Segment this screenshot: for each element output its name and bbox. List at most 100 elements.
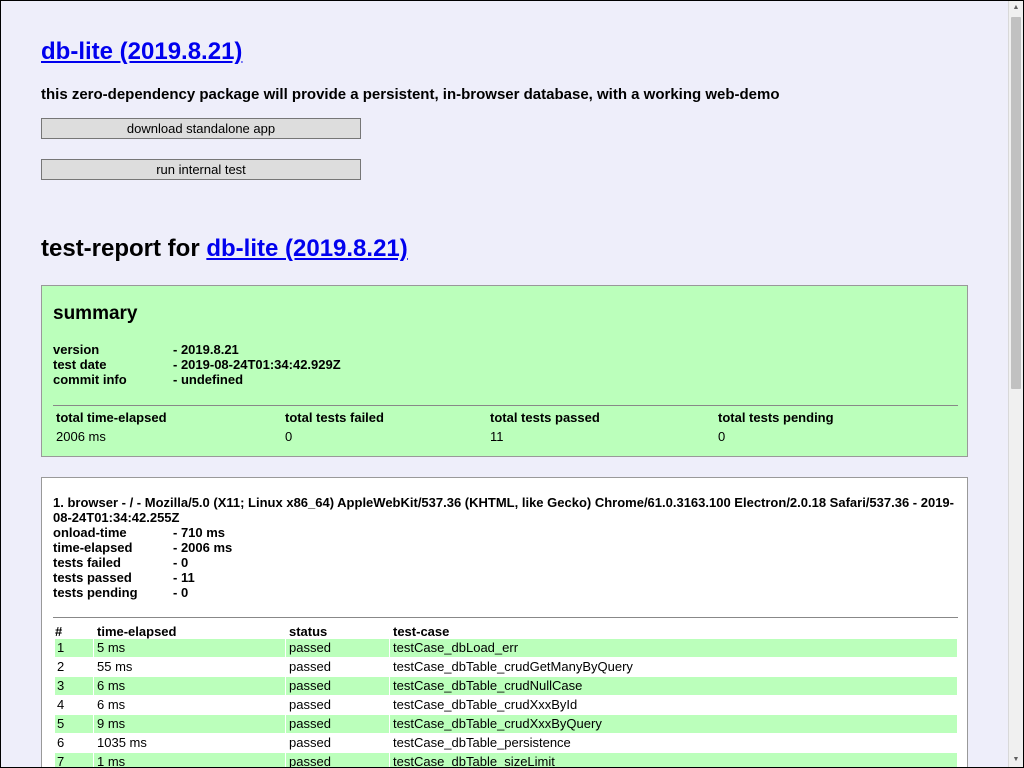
cell-divider (285, 715, 286, 733)
table-row: 1 5 ms passed testCase_dbLoad_err (55, 639, 957, 657)
table-row: 3 6 ms passed testCase_dbTable_crudNullC… (55, 677, 957, 695)
test-report-title: test-report for db-lite (2019.8.21) (41, 234, 408, 264)
row-test-case: testCase_dbTable_crudXxxById (393, 697, 578, 712)
testcase-divider (53, 617, 958, 618)
row-status: passed (289, 697, 331, 712)
summary-date-label: test date (53, 357, 107, 372)
row-test-case: testCase_dbTable_sizeLimit (393, 754, 555, 768)
table-row: 4 6 ms passed testCase_dbTable_crudXxxBy… (55, 696, 957, 714)
total-tests-pending-label: total tests pending (718, 410, 834, 425)
cell-divider (389, 715, 390, 733)
cell-divider (285, 753, 286, 767)
cell-divider (389, 677, 390, 695)
row-time-elapsed: 9 ms (97, 716, 126, 731)
cell-divider (93, 715, 94, 733)
row-test-case: testCase_dbLoad_err (393, 640, 519, 655)
onload-time-value: - 710 ms (173, 525, 226, 540)
row-status: passed (289, 640, 331, 655)
package-description: this zero-dependency package will provid… (41, 86, 780, 103)
scroll-up-arrow-icon[interactable]: ▲ (1009, 1, 1023, 15)
tests-pending-value: - 0 (173, 585, 189, 600)
total-time-elapsed-value: 2006 ms (56, 429, 106, 444)
row-test-case: testCase_dbTable_crudNullCase (393, 678, 583, 693)
row-number: 1 (57, 640, 65, 655)
row-test-case: testCase_dbTable_crudXxxByQuery (393, 716, 602, 731)
column-header-number: # (55, 624, 63, 639)
column-header-time-elapsed: time-elapsed (97, 624, 177, 639)
row-test-case: testCase_dbTable_crudGetManyByQuery (393, 659, 633, 674)
row-number: 7 (57, 754, 65, 768)
testcase-table-header: # time-elapsed status test-case (53, 621, 958, 640)
column-header-test-case: test-case (393, 624, 450, 639)
browser-report-panel: 1. browser - / - Mozilla/5.0 (X11; Linux… (41, 477, 968, 768)
page-frame: db-lite (2019.8.21) this zero-dependency… (0, 0, 1024, 768)
browser-tests-pending: tests pending - 0 (53, 585, 188, 600)
column-header-status: status (289, 624, 328, 639)
time-elapsed-value: - 2006 ms (173, 540, 233, 555)
cell-divider (285, 677, 286, 695)
row-status: passed (289, 735, 331, 750)
cell-divider (285, 639, 286, 657)
vertical-scrollbar[interactable]: ▲ ▼ (1008, 1, 1023, 767)
row-number: 5 (57, 716, 65, 731)
page-title: db-lite (2019.8.21) (41, 37, 242, 67)
time-elapsed-label: time-elapsed (53, 540, 133, 555)
row-number: 2 (57, 659, 65, 674)
browser-onload-time: onload-time - 710 ms (53, 525, 225, 540)
cell-divider (389, 753, 390, 767)
summary-commit-label: commit info (53, 372, 127, 387)
row-time-elapsed: 6 ms (97, 678, 126, 693)
row-time-elapsed: 6 ms (97, 697, 126, 712)
tests-failed-value: - 0 (173, 555, 189, 570)
onload-time-label: onload-time (53, 525, 127, 540)
total-tests-failed-value: 0 (285, 429, 293, 444)
tests-failed-label: tests failed (53, 555, 121, 570)
title-link[interactable]: db-lite (2019.8.21) (41, 38, 242, 65)
test-report-title-prefix: test-report for (41, 235, 200, 262)
cell-divider (389, 639, 390, 657)
row-time-elapsed: 1035 ms (97, 735, 147, 750)
scrollbar-thumb[interactable] (1011, 17, 1021, 389)
table-row: 5 9 ms passed testCase_dbTable_crudXxxBy… (55, 715, 957, 733)
summary-date-value: - 2019-08-24T01:34:42.929Z (173, 357, 341, 372)
summary-heading: summary (53, 303, 138, 324)
tests-passed-label: tests passed (53, 570, 132, 585)
browser-tests-passed: tests passed - 11 (53, 570, 195, 585)
total-time-elapsed-label: total time-elapsed (56, 410, 167, 425)
summary-divider (53, 405, 958, 406)
table-row: 7 1 ms passed testCase_dbTable_sizeLimit (55, 753, 957, 768)
run-internal-test-button[interactable]: run internal test (41, 159, 361, 180)
scroll-down-arrow-icon[interactable]: ▼ (1009, 753, 1023, 767)
total-tests-failed-label: total tests failed (285, 410, 384, 425)
cell-divider (93, 677, 94, 695)
summary-version: version - 2019.8.21 (53, 342, 239, 357)
row-status: passed (289, 716, 331, 731)
tests-pending-label: tests pending (53, 585, 138, 600)
row-time-elapsed: 1 ms (97, 754, 126, 768)
browser-tests-failed: tests failed - 0 (53, 555, 188, 570)
summary-commit-info: commit info - undefined (53, 372, 243, 387)
row-time-elapsed: 55 ms (97, 659, 133, 674)
row-status: passed (289, 659, 331, 674)
total-tests-passed-label: total tests passed (490, 410, 600, 425)
row-number: 3 (57, 678, 65, 693)
download-standalone-app-button[interactable]: download standalone app (41, 118, 361, 139)
row-test-case: testCase_dbTable_persistence (393, 735, 571, 750)
row-status: passed (289, 678, 331, 693)
row-time-elapsed: 5 ms (97, 640, 126, 655)
test-report-link[interactable]: db-lite (2019.8.21) (206, 235, 407, 262)
cell-divider (93, 639, 94, 657)
total-tests-passed-value: 11 (490, 429, 504, 444)
row-number: 4 (57, 697, 65, 712)
row-status: passed (289, 754, 331, 768)
total-tests-pending-value: 0 (718, 429, 726, 444)
tests-passed-value: - 11 (173, 570, 195, 585)
summary-panel: summary version - 2019.8.21 test date - 20… (41, 285, 968, 457)
browser-time-elapsed: time-elapsed - 2006 ms (53, 540, 232, 555)
summary-test-date: test date - 2019-08-24T01:34:42.929Z (53, 357, 341, 372)
summary-commit-value: - undefined (173, 372, 244, 387)
table-row: 2 55 ms passed testCase_dbTable_crudGetM… (55, 658, 957, 676)
cell-divider (93, 753, 94, 767)
summary-version-label: version (53, 342, 100, 357)
table-row: 6 1035 ms passed testCase_dbTable_persis… (55, 734, 957, 752)
